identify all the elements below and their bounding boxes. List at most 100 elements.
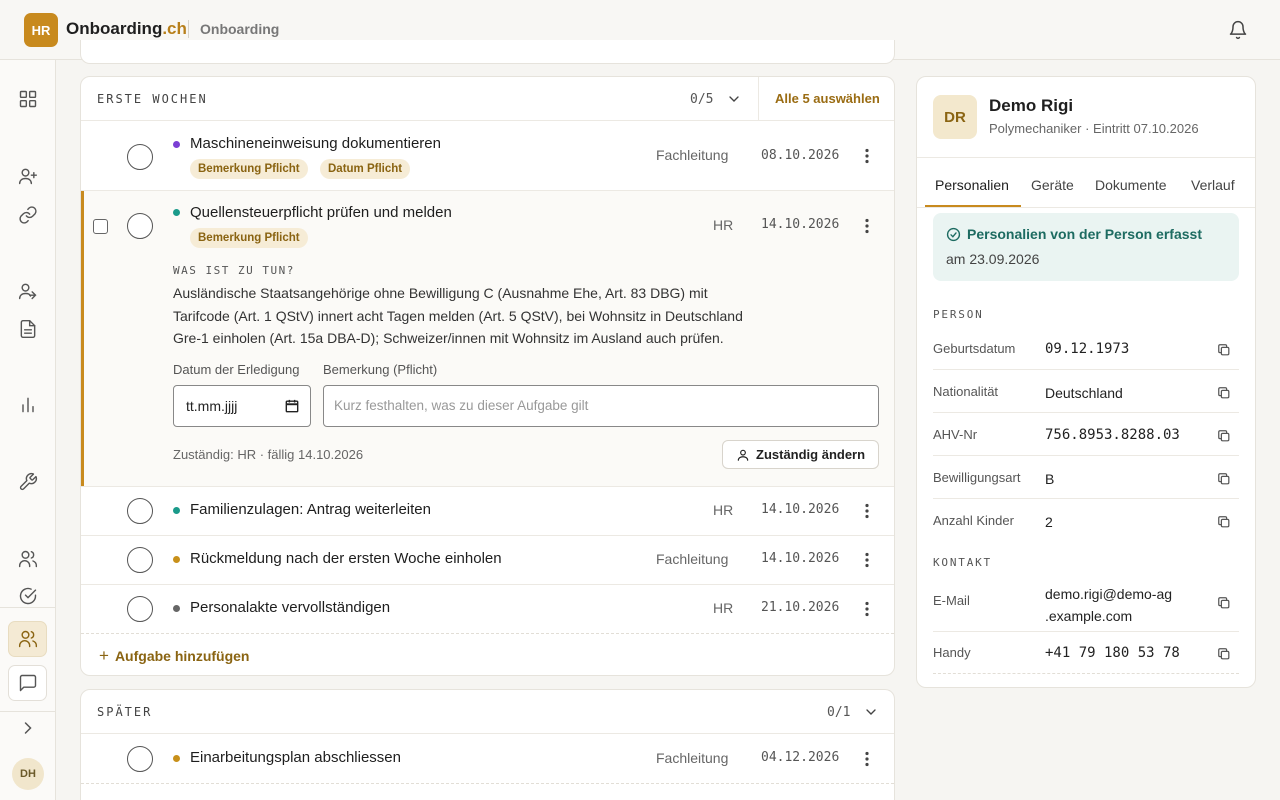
task-title[interactable]: Personalakte vervollständigen <box>190 599 390 616</box>
expand-sidebar-chevron-icon[interactable] <box>18 718 38 738</box>
document-icon[interactable] <box>18 319 38 339</box>
task-owner: Fachleitung <box>656 750 729 766</box>
task-row[interactable]: Maschineneinweisung dokumentieren Bemerk… <box>81 122 894 191</box>
more-options-icon[interactable] <box>861 751 873 767</box>
task-description: Ausländische Staatsangehörige ohne Bewil… <box>173 282 773 350</box>
select-all-button[interactable]: Alle 5 auswählen <box>775 91 880 106</box>
task-due-date: 14.10.2026 <box>761 217 840 232</box>
field-row: Anzahl Kinder 2 <box>933 499 1239 542</box>
field-value: Deutschland <box>1045 385 1123 401</box>
person-panel: DR Demo Rigi Polymechaniker · Eintritt 0… <box>916 76 1256 688</box>
field-value: 09.12.1973 <box>1045 341 1130 357</box>
person-avatar: DR <box>933 95 977 139</box>
badge-remark-required: Bemerkung Pflicht <box>190 228 308 248</box>
person-tabs: Personalien Geräte Dokumente Verlauf <box>917 157 1255 208</box>
task-title[interactable]: Quellensteuerpflicht prüfen und melden <box>190 204 452 221</box>
chat-icon[interactable] <box>18 673 38 693</box>
logo[interactable]: HR <box>24 13 58 47</box>
task-row[interactable]: Personalakte vervollständigen HR 21.10.2… <box>81 585 894 634</box>
more-options-icon[interactable] <box>861 503 873 519</box>
breadcrumb[interactable]: Onboarding <box>200 21 279 37</box>
calendar-icon[interactable] <box>285 399 299 413</box>
wrench-icon[interactable] <box>18 472 38 492</box>
tab-verlauf[interactable]: Verlauf <box>1191 177 1235 193</box>
task-complete-toggle[interactable] <box>127 498 153 524</box>
user-offboarding-icon[interactable] <box>18 281 38 301</box>
section-spaeter: SPÄTER 0/1 Einarbeitungsplan abschliesse… <box>80 689 895 800</box>
check-circle-icon <box>946 227 961 242</box>
copy-icon[interactable] <box>1217 596 1231 610</box>
task-row-expanded[interactable]: Quellensteuerpflicht prüfen und melden B… <box>81 191 894 487</box>
add-task-button[interactable]: + Aufgabe hinzufügen <box>99 646 249 666</box>
task-complete-toggle[interactable] <box>127 213 153 239</box>
chevron-down-icon[interactable] <box>726 91 742 107</box>
phone-value[interactable]: +41 79 180 53 78 <box>1045 645 1180 661</box>
field-row: Handy +41 79 180 53 78 <box>933 632 1239 674</box>
email-value[interactable]: demo.rigi@demo-ag .example.com <box>1045 583 1172 627</box>
more-options-icon[interactable] <box>861 552 873 568</box>
section-header[interactable]: ERSTE WOCHEN 0/5 Alle 5 auswählen <box>81 77 894 121</box>
header-divider <box>758 77 759 121</box>
category-dot <box>173 209 180 216</box>
copy-icon[interactable] <box>1217 429 1231 443</box>
task-title[interactable]: Einarbeitungsplan abschliessen <box>190 749 401 766</box>
add-user-icon[interactable] <box>18 166 38 186</box>
completion-date-input[interactable]: tt.mm.jjjj <box>173 385 311 427</box>
team-icon[interactable] <box>18 549 38 569</box>
change-responsible-button[interactable]: Zuständig ändern <box>722 440 879 469</box>
brand-main: Onboarding <box>66 19 163 38</box>
category-dot <box>173 141 180 148</box>
task-select-checkbox[interactable] <box>93 219 108 234</box>
chevron-down-icon[interactable] <box>863 704 879 720</box>
dashboard-grid-icon[interactable] <box>18 89 38 109</box>
task-complete-toggle[interactable] <box>127 144 153 170</box>
notice-title: Personalien von der Person erfasst <box>967 226 1202 242</box>
task-row[interactable]: Rückmeldung nach der ersten Woche einhol… <box>81 536 894 585</box>
bar-chart-icon[interactable] <box>18 395 38 415</box>
copy-icon[interactable] <box>1217 515 1231 529</box>
notifications-bell-icon[interactable] <box>1228 20 1248 40</box>
responsible-info: Zuständig: HR · fällig 14.10.2026 <box>173 447 364 462</box>
category-dot <box>173 556 180 563</box>
field-label: Geburtsdatum <box>933 341 1016 356</box>
copy-icon[interactable] <box>1217 472 1231 486</box>
check-circle-icon[interactable] <box>18 586 38 606</box>
task-complete-toggle[interactable] <box>127 596 153 622</box>
people-icon[interactable] <box>18 629 38 649</box>
sidebar: DH <box>0 60 56 800</box>
task-complete-toggle[interactable] <box>127 746 153 772</box>
brand-name[interactable]: Onboarding.ch <box>66 19 187 39</box>
task-owner: HR <box>713 217 734 233</box>
task-row[interactable]: Einarbeitungsplan abschliessen Fachleitu… <box>81 735 894 784</box>
task-row[interactable]: Familienzulagen: Antrag weiterleiten HR … <box>81 487 894 536</box>
section-count: 0/5 <box>690 92 714 107</box>
selected-indicator <box>81 191 84 486</box>
task-owner: HR <box>713 502 734 518</box>
person-subtitle: Polymechaniker · Eintritt 07.10.2026 <box>989 121 1199 136</box>
description-line: Tarifcode (Art. 1 QStV) innert acht Tage… <box>173 307 743 324</box>
section-header[interactable]: SPÄTER 0/1 <box>81 690 894 734</box>
previous-section-card <box>80 40 895 64</box>
user-avatar[interactable]: DH <box>12 758 44 790</box>
task-title[interactable]: Familienzulagen: Antrag weiterleiten <box>190 501 431 518</box>
category-dot <box>173 755 180 762</box>
task-title[interactable]: Rückmeldung nach der ersten Woche einhol… <box>190 550 502 567</box>
sidebar-divider <box>0 711 56 712</box>
task-title[interactable]: Maschineneinweisung dokumentieren <box>190 135 441 152</box>
more-options-icon[interactable] <box>861 218 873 234</box>
task-complete-toggle[interactable] <box>127 547 153 573</box>
more-options-icon[interactable] <box>861 601 873 617</box>
copy-icon[interactable] <box>1217 386 1231 400</box>
change-responsible-label: Zuständig ändern <box>756 447 866 462</box>
tab-geraete[interactable]: Geräte <box>1031 177 1074 193</box>
link-icon[interactable] <box>18 205 38 225</box>
section-erste-wochen: ERSTE WOCHEN 0/5 Alle 5 auswählen Maschi… <box>80 76 895 676</box>
task-owner: Fachleitung <box>656 551 729 567</box>
status-notice: Personalien von der Person erfasst am 23… <box>933 213 1239 281</box>
tab-personalien[interactable]: Personalien <box>935 177 1009 193</box>
remark-input[interactable]: Kurz festhalten, was zu dieser Aufgabe g… <box>323 385 879 427</box>
tab-dokumente[interactable]: Dokumente <box>1095 177 1167 193</box>
copy-icon[interactable] <box>1217 343 1231 357</box>
more-options-icon[interactable] <box>861 148 873 164</box>
copy-icon[interactable] <box>1217 647 1231 661</box>
